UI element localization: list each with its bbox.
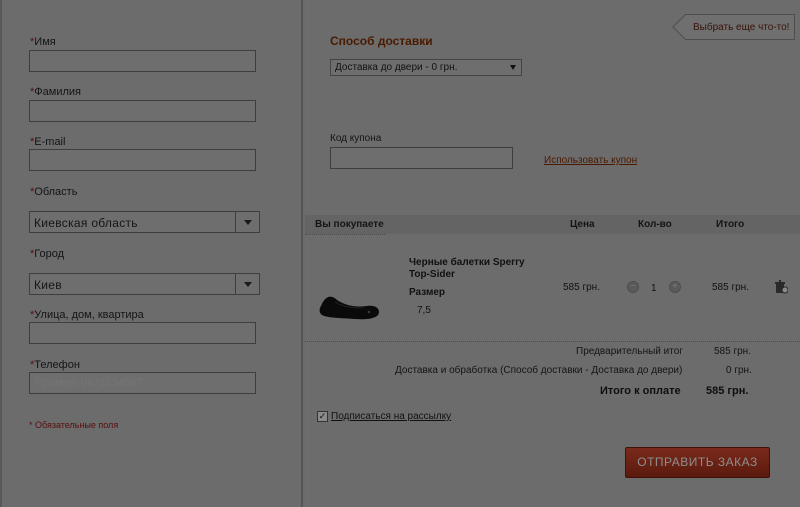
address-label: *Улица, дом, квартира xyxy=(30,309,144,321)
required-fields-note: * Обязательные поля xyxy=(29,420,119,430)
first-name-field[interactable] xyxy=(29,50,256,72)
customer-form-panel: *Имя *Фамилия *E-mail *Область Киевская … xyxy=(0,0,303,507)
first-name-label: *Имя xyxy=(30,36,56,48)
city-label: *Город xyxy=(30,248,65,260)
col-qty: Кол-во xyxy=(638,219,672,230)
region-label: *Область xyxy=(30,186,78,198)
order-panel: Выбрать еще что-то! Способ доставки Дост… xyxy=(305,0,800,507)
divider xyxy=(305,341,800,342)
shipping-value: 0 грн. xyxy=(726,365,752,376)
chevron-down-icon[interactable] xyxy=(235,274,259,294)
newsletter-label[interactable]: Подписаться на рассылку xyxy=(331,411,451,422)
trash-icon[interactable] xyxy=(774,280,788,294)
item-total: 585 грн. xyxy=(712,282,749,293)
region-value: Киевская область xyxy=(34,216,138,230)
item-price: 585 грн. xyxy=(563,282,600,293)
chevron-down-icon[interactable] xyxy=(235,212,259,232)
grand-total-label: Итого к оплате xyxy=(600,385,681,397)
email-field[interactable] xyxy=(29,149,256,171)
subtotal-label: Предварительный итог xyxy=(576,346,683,357)
cart-table-header: Вы покупаете Цена Кол-во Итого xyxy=(305,215,800,234)
coupon-input[interactable] xyxy=(330,147,513,169)
last-name-label: *Фамилия xyxy=(30,86,81,98)
item-quantity: 1 xyxy=(651,283,657,294)
submit-order-button[interactable]: ОТПРАВИТЬ ЗАКАЗ xyxy=(625,447,770,478)
plus-icon[interactable]: + xyxy=(669,281,681,293)
coupon-label: Код купона xyxy=(330,133,382,144)
apply-coupon-link[interactable]: Использовать купон xyxy=(544,155,637,166)
phone-label: *Телефон xyxy=(30,359,80,371)
city-value: Киев xyxy=(34,278,62,292)
continue-shopping-button[interactable]: Выбрать еще что-то! xyxy=(685,14,795,40)
chevron-down-icon xyxy=(510,65,516,70)
shipping-label: Доставка и обработка (Способ доставки - … xyxy=(395,365,683,376)
size-value: 7,5 xyxy=(417,305,431,316)
newsletter-checkbox[interactable]: ✓ xyxy=(317,411,328,422)
region-select[interactable]: Киевская область xyxy=(29,211,260,233)
minus-icon[interactable]: − xyxy=(627,281,639,293)
col-total: Итого xyxy=(716,219,745,230)
col-product: Вы покупаете xyxy=(315,219,384,230)
col-price: Цена xyxy=(570,219,595,230)
city-select[interactable]: Киев xyxy=(29,273,260,295)
grand-total-value: 585 грн. xyxy=(706,385,749,397)
email-label: *E-mail xyxy=(30,136,66,148)
delivery-title: Способ доставки xyxy=(330,34,433,48)
phone-field[interactable] xyxy=(29,372,256,394)
size-label: Размер xyxy=(409,287,446,298)
delivery-method-value: Доставка до двери - 0 грн. xyxy=(335,62,458,73)
product-name[interactable]: Черные балетки Sperry Top-Sider xyxy=(409,257,539,281)
shoe-image[interactable] xyxy=(319,288,381,322)
delivery-method-select[interactable]: Доставка до двери - 0 грн. xyxy=(330,59,522,76)
divider xyxy=(305,234,385,235)
last-name-field[interactable] xyxy=(29,100,256,122)
address-field[interactable] xyxy=(29,322,256,344)
subtotal-value: 585 грн. xyxy=(714,346,751,357)
